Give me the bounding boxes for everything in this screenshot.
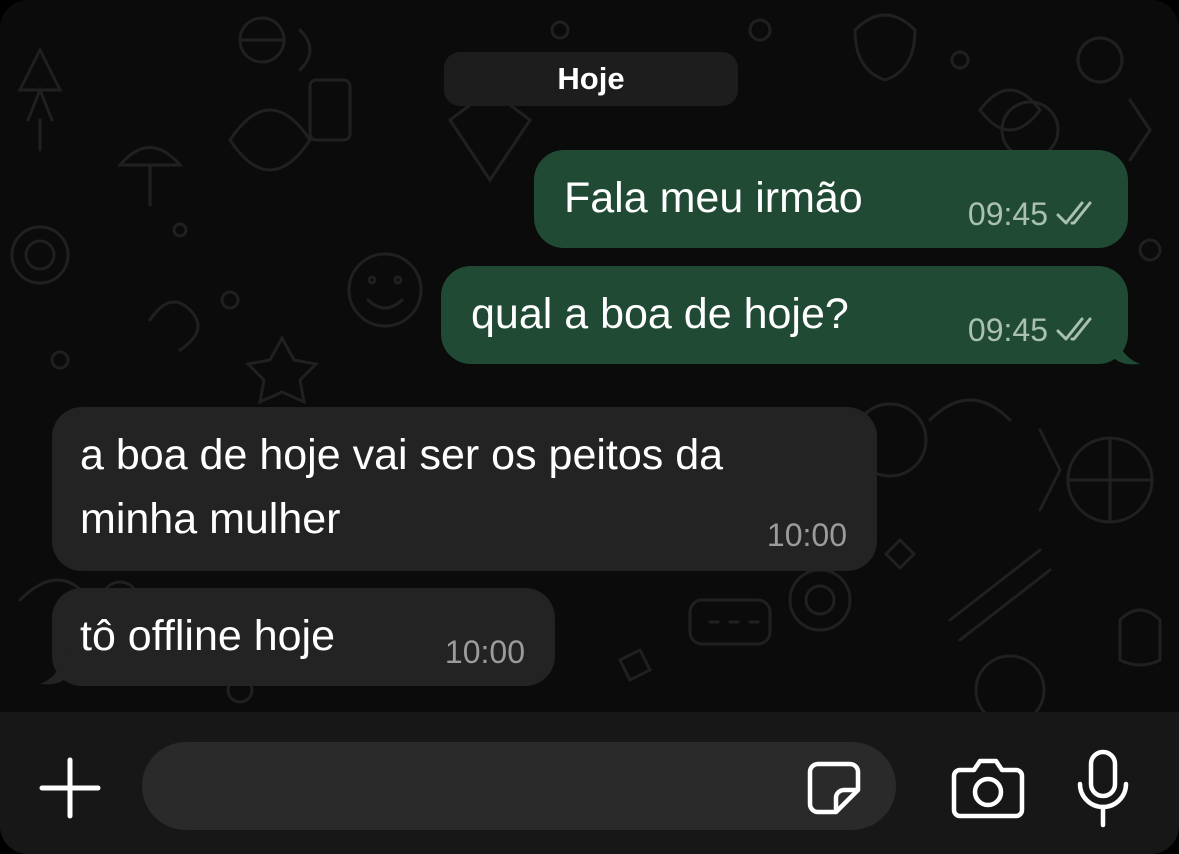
message-time: 10:00: [766, 517, 847, 553]
message-meta: 10:00: [767, 515, 847, 555]
message-time: 09:45: [967, 196, 1048, 232]
plus-icon[interactable]: [36, 754, 104, 822]
microphone-icon[interactable]: [1074, 748, 1132, 830]
sticker-icon[interactable]: [804, 758, 864, 818]
message-text-line-1: a boa de hoje vai ser os peitos da: [80, 431, 724, 479]
camera-icon[interactable]: [950, 754, 1026, 822]
date-separator-label: Hoje: [557, 61, 625, 96]
message-composer: [0, 712, 1179, 854]
message-meta: 09:45: [968, 310, 1102, 350]
message-meta: 10:00: [445, 632, 525, 672]
read-receipt-icon: [1056, 201, 1092, 225]
read-receipt-icon: [1056, 317, 1092, 341]
incoming-message[interactable]: tô offline hoje 10:00: [52, 588, 555, 686]
message-time: 09:45: [967, 312, 1048, 348]
outgoing-message[interactable]: Fala meu irmão 09:45: [534, 150, 1128, 248]
message-text: Fala meu irmão: [564, 174, 863, 222]
bubble-tail: [1114, 326, 1140, 365]
message-text: qual a boa de hoje?: [471, 290, 849, 338]
chat-screen: Hoje Fala meu irmão 09:45 qual a boa de …: [0, 0, 1179, 854]
message-input[interactable]: [142, 742, 896, 830]
message-text: tô offline hoje: [80, 612, 336, 660]
bubble-tail: [40, 646, 66, 685]
message-time: 10:00: [444, 634, 525, 670]
outgoing-message[interactable]: qual a boa de hoje? 09:45: [441, 266, 1128, 364]
date-separator: Hoje: [444, 52, 738, 106]
message-text-line-2: minha mulher: [80, 495, 341, 543]
incoming-message[interactable]: a boa de hoje vai ser os peitos da minha…: [52, 407, 877, 571]
message-meta: 09:45: [968, 194, 1102, 234]
